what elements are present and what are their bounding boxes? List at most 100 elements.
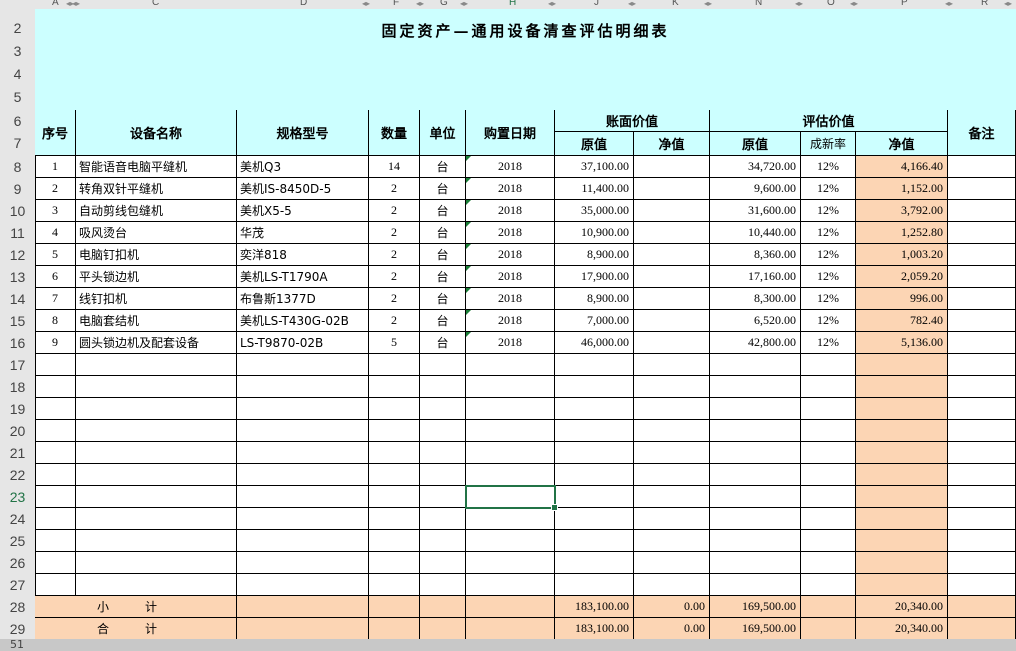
empty-cell[interactable]	[856, 552, 948, 574]
cell-book_orig[interactable]: 37,100.00	[555, 156, 634, 178]
cell-seq[interactable]: 7	[35, 288, 76, 310]
empty-cell[interactable]	[35, 398, 76, 420]
empty-cell[interactable]	[801, 486, 856, 508]
empty-cell[interactable]	[237, 508, 369, 530]
empty-cell[interactable]	[76, 464, 237, 486]
row-header[interactable]: 12	[0, 247, 35, 265]
cell-book_orig[interactable]: 35,000.00	[555, 200, 634, 222]
cell-qty[interactable]: 5	[369, 332, 420, 354]
cell-unit[interactable]: 台	[420, 222, 466, 244]
empty-cell[interactable]	[466, 442, 555, 464]
hidden-columns-arrow-icon[interactable]: ◂▸	[945, 0, 953, 8]
cell-name[interactable]: 智能语音电脑平缝机	[76, 156, 237, 178]
empty-cell[interactable]	[369, 442, 420, 464]
cell-unit[interactable]: 台	[420, 178, 466, 200]
empty-cell[interactable]	[420, 442, 466, 464]
cell-date[interactable]: 2018	[466, 244, 555, 266]
empty-cell[interactable]	[856, 376, 948, 398]
row-header[interactable]: 25	[0, 533, 35, 551]
cell-remark[interactable]	[948, 288, 1016, 310]
cell-book_net[interactable]	[634, 244, 710, 266]
row-header[interactable]: 11	[0, 225, 35, 243]
empty-cell[interactable]	[856, 486, 948, 508]
empty-cell[interactable]	[555, 420, 634, 442]
empty-cell[interactable]	[35, 574, 76, 596]
cell-date[interactable]: 2018	[466, 222, 555, 244]
empty-cell[interactable]	[420, 398, 466, 420]
bottom-scrollbar[interactable]: 51	[0, 638, 1016, 651]
empty-cell[interactable]	[555, 354, 634, 376]
column-header-G[interactable]: G	[440, 0, 448, 8]
cell-model[interactable]: 布鲁斯1377D	[237, 288, 369, 310]
empty-cell[interactable]	[634, 464, 710, 486]
empty-cell[interactable]	[35, 376, 76, 398]
empty-cell[interactable]	[801, 442, 856, 464]
empty-cell[interactable]	[856, 420, 948, 442]
total-eval-orig[interactable]: 169,500.00	[710, 618, 801, 640]
empty-cell[interactable]	[801, 376, 856, 398]
row-header[interactable]: 24	[0, 511, 35, 529]
column-header-P[interactable]: P	[901, 0, 908, 8]
empty-cell[interactable]	[420, 574, 466, 596]
empty-cell[interactable]	[801, 508, 856, 530]
empty-cell[interactable]	[369, 574, 420, 596]
row-header[interactable]: 14	[0, 291, 35, 309]
cell-seq[interactable]: 1	[35, 156, 76, 178]
cell-eval_orig[interactable]: 9,600.00	[710, 178, 801, 200]
empty-cell[interactable]	[237, 420, 369, 442]
empty-cell[interactable]	[420, 420, 466, 442]
row-header[interactable]: 20	[0, 423, 35, 441]
cell-model[interactable]: 美机LS-T430G-02B	[237, 310, 369, 332]
empty-cell[interactable]	[35, 552, 76, 574]
empty-cell[interactable]	[634, 442, 710, 464]
subtotal-eval-orig[interactable]: 169,500.00	[710, 596, 801, 618]
cell-eval_net[interactable]: 1,252.80	[856, 222, 948, 244]
cell-seq[interactable]: 6	[35, 266, 76, 288]
cell-qty[interactable]: 2	[369, 244, 420, 266]
cell-qty[interactable]: 2	[369, 288, 420, 310]
cell-qty[interactable]: 14	[369, 156, 420, 178]
total-empty-cell[interactable]	[801, 618, 856, 640]
cell-name[interactable]: 电脑套结机	[76, 310, 237, 332]
cell-eval_orig[interactable]: 17,160.00	[710, 266, 801, 288]
cell-eval_orig[interactable]: 42,800.00	[710, 332, 801, 354]
empty-cell[interactable]	[35, 508, 76, 530]
cell-rate[interactable]: 12%	[801, 266, 856, 288]
cell-eval_orig[interactable]: 10,440.00	[710, 222, 801, 244]
cell-qty[interactable]: 2	[369, 266, 420, 288]
column-header-J[interactable]: J	[594, 0, 599, 8]
empty-cell[interactable]	[76, 508, 237, 530]
row-header[interactable]: 23	[0, 489, 35, 507]
total-empty-cell[interactable]	[948, 618, 1016, 640]
subtotal-empty-cell[interactable]	[801, 596, 856, 618]
empty-cell[interactable]	[710, 354, 801, 376]
empty-cell[interactable]	[369, 398, 420, 420]
empty-cell[interactable]	[369, 508, 420, 530]
empty-cell[interactable]	[948, 552, 1016, 574]
cell-book_net[interactable]	[634, 266, 710, 288]
empty-cell[interactable]	[555, 376, 634, 398]
empty-cell[interactable]	[35, 354, 76, 376]
hidden-columns-arrow-icon[interactable]: ◂▸	[416, 0, 424, 8]
empty-cell[interactable]	[420, 508, 466, 530]
column-header-K[interactable]: K	[672, 0, 679, 8]
cell-qty[interactable]: 2	[369, 200, 420, 222]
empty-cell[interactable]	[76, 530, 237, 552]
cell-seq[interactable]: 5	[35, 244, 76, 266]
cell-remark[interactable]	[948, 266, 1016, 288]
cell-book_orig[interactable]: 17,900.00	[555, 266, 634, 288]
empty-cell[interactable]	[76, 574, 237, 596]
cell-book_orig[interactable]: 8,900.00	[555, 244, 634, 266]
empty-cell[interactable]	[948, 574, 1016, 596]
total-empty-cell[interactable]	[369, 618, 420, 640]
empty-cell[interactable]	[948, 530, 1016, 552]
cell-unit[interactable]: 台	[420, 332, 466, 354]
row-header[interactable]: 4	[0, 66, 35, 84]
empty-cell[interactable]	[369, 420, 420, 442]
subtotal-empty-cell[interactable]	[948, 596, 1016, 618]
cell-date[interactable]: 2018	[466, 288, 555, 310]
empty-cell[interactable]	[948, 508, 1016, 530]
empty-cell[interactable]	[369, 376, 420, 398]
empty-cell[interactable]	[856, 442, 948, 464]
empty-cell[interactable]	[76, 354, 237, 376]
